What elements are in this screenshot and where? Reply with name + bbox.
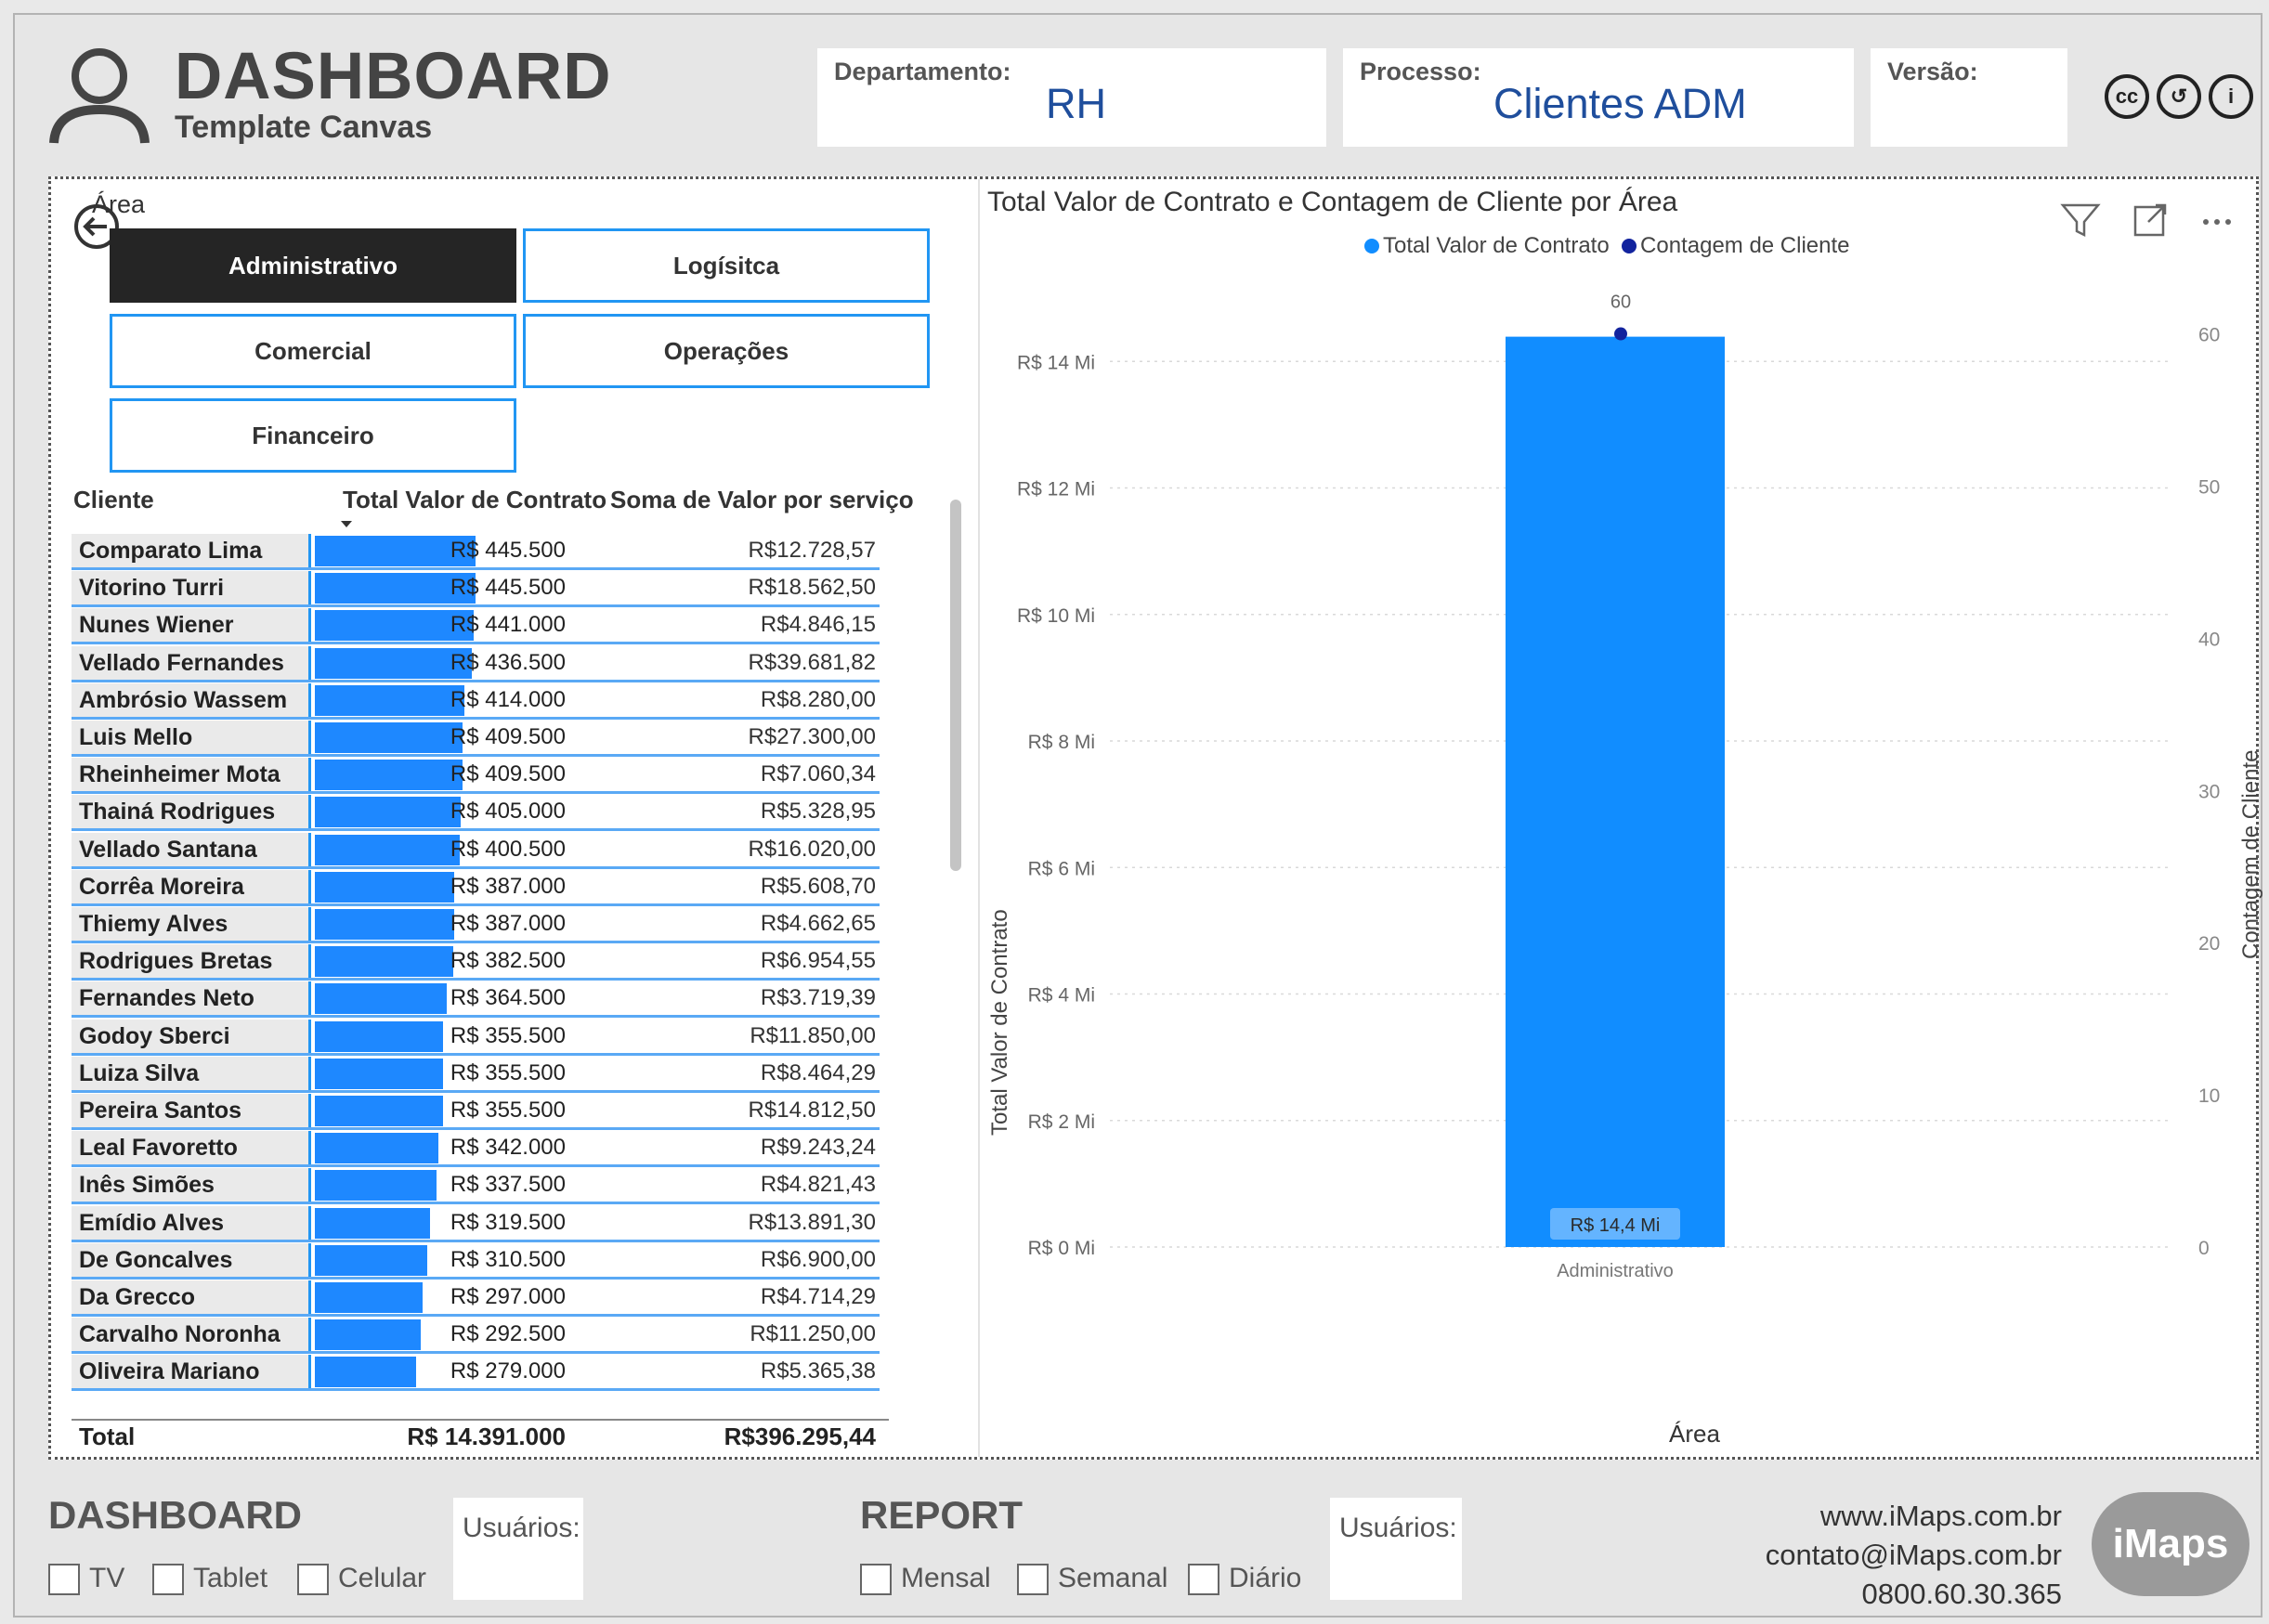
checkbox-tv[interactable]: TV	[48, 1563, 124, 1598]
dashboard-users-label: Usuários:	[463, 1513, 580, 1543]
checkbox-diario-label: Diário	[1229, 1563, 1302, 1593]
processo-value: Clientes ADM	[1493, 80, 1747, 127]
footer-dashboard-title: DASHBOARD	[48, 1493, 302, 1537]
departamento-box: Departamento: RH	[817, 48, 1326, 147]
page-subtitle: Template Canvas	[175, 110, 433, 145]
cc-icon: cc	[2105, 74, 2149, 119]
user-icon	[49, 48, 150, 144]
y-tick-label-right: 10	[2198, 1085, 2220, 1107]
y-tick-label-left: R$ 4 Mi	[1028, 985, 1095, 1007]
y-tick-label-left: R$ 12 Mi	[1017, 479, 1095, 500]
report-users-label: Usuários:	[1339, 1513, 1457, 1543]
departamento-label: Departamento:	[834, 58, 1011, 85]
phone-number: 0800.60.30.365	[1861, 1578, 2063, 1610]
y-axis-title-right: Contagem de Cliente	[2238, 749, 2263, 959]
attribution-icon: i	[2209, 74, 2253, 119]
versao-box: Versão:	[1871, 48, 2067, 147]
share-alike-icon: ↺	[2157, 74, 2201, 119]
point-contagem-administrativo	[1614, 327, 1627, 341]
y-tick-label-right: 30	[2198, 781, 2220, 802]
checkbox-tv-box[interactable]	[48, 1564, 80, 1596]
contact-info: www.iMaps.com.br contato@iMaps.com.br 08…	[1672, 1497, 2062, 1614]
checkbox-celular[interactable]: Celular	[297, 1563, 426, 1598]
checkbox-semanal-label: Semanal	[1058, 1563, 1168, 1593]
checkbox-tv-label: TV	[89, 1563, 125, 1593]
bar-administrativo	[1506, 336, 1725, 1247]
checkbox-tablet[interactable]: Tablet	[152, 1563, 267, 1598]
y-axis-title-left: Total Valor de Contrato	[987, 909, 1012, 1136]
checkbox-mensal-box[interactable]	[860, 1564, 892, 1596]
combo-chart: R$ 0 Mi R$ 2 Mi R$ 4 Mi R$ 6 Mi R$ 8 Mi R$ 10…	[1017, 292, 2220, 1281]
checkbox-semanal[interactable]: Semanal	[1017, 1563, 1167, 1598]
y-tick-label-left: R$ 0 Mi	[1028, 1238, 1095, 1259]
processo-box: Processo: Clientes ADM	[1343, 48, 1854, 147]
checkbox-mensal[interactable]: Mensal	[860, 1563, 991, 1598]
y-tick-label-right: 60	[2198, 325, 2220, 346]
y-tick-label-left: R$ 2 Mi	[1028, 1111, 1095, 1133]
footer-report-title: REPORT	[860, 1493, 1024, 1537]
y-tick-label-left: R$ 6 Mi	[1028, 858, 1095, 879]
x-tick-label: Administrativo	[1557, 1261, 1674, 1281]
y-tick-label-left: R$ 10 Mi	[1017, 605, 1095, 627]
checkbox-mensal-label: Mensal	[901, 1563, 991, 1593]
y-tick-label-left: R$ 14 Mi	[1017, 352, 1095, 373]
departamento-value: RH	[1046, 80, 1106, 127]
checkbox-tablet-box[interactable]	[152, 1564, 184, 1596]
versao-label: Versão:	[1887, 58, 1978, 85]
page-title: DASHBOARD	[175, 40, 612, 113]
report-canvas: Área Administrativo Logísitca Comercial …	[48, 176, 2263, 1460]
checkbox-diario-box[interactable]	[1188, 1564, 1219, 1596]
processo-label: Processo:	[1360, 58, 1481, 85]
y-tick-label-right: 50	[2198, 476, 2220, 498]
website-link[interactable]: www.iMaps.com.br	[1672, 1497, 2062, 1536]
email-link[interactable]: contato@iMaps.com.br	[1672, 1536, 2062, 1575]
y-tick-label-right: 0	[2198, 1238, 2210, 1259]
checkbox-celular-label: Celular	[338, 1563, 427, 1593]
dashboard-users-box: Usuários:	[453, 1498, 583, 1600]
y-tick-label-left: R$ 8 Mi	[1028, 732, 1095, 753]
y-tick-label-right: 40	[2198, 629, 2220, 650]
checkbox-semanal-box[interactable]	[1017, 1564, 1049, 1596]
x-axis-title: Área	[1669, 1420, 1720, 1448]
y-tick-label-right: 20	[2198, 933, 2220, 955]
checkbox-celular-box[interactable]	[297, 1564, 329, 1596]
checkbox-diario[interactable]: Diário	[1188, 1563, 1301, 1598]
checkbox-tablet-label: Tablet	[193, 1563, 268, 1593]
bar-data-label: R$ 14,4 Mi	[1571, 1215, 1661, 1236]
license-icons: cc ↺ i	[2105, 74, 2261, 119]
point-data-label: 60	[1610, 292, 1631, 313]
report-users-box: Usuários:	[1330, 1498, 1462, 1600]
imaps-logo: iMaps	[2092, 1492, 2249, 1596]
